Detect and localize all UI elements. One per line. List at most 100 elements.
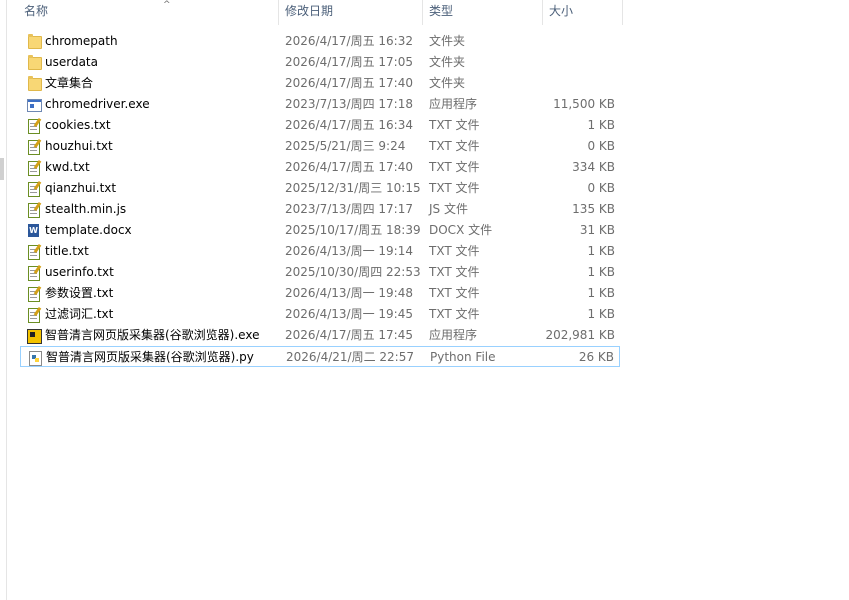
file-name: userinfo.txt (45, 265, 114, 279)
file-type: TXT 文件 (429, 160, 480, 174)
file-size: 1 KB (587, 118, 615, 132)
file-type: TXT 文件 (429, 244, 480, 258)
file-name: title.txt (45, 244, 89, 258)
file-name: cookies.txt (45, 118, 111, 132)
file-modified-date: 2026/4/13/周一 19:48 (285, 286, 413, 300)
column-header-name[interactable]: 名称 ^ (18, 0, 279, 25)
file-type: 文件夹 (429, 55, 466, 69)
file-modified-date: 2025/10/17/周五 18:39 (285, 223, 421, 237)
text-file-icon (26, 265, 42, 281)
file-type: TXT 文件 (429, 181, 480, 195)
file-row[interactable]: title.txt 2026/4/13/周一 19:14 TXT 文件 1 KB (20, 241, 620, 262)
file-modified-date: 2026/4/17/周五 17:45 (285, 328, 413, 342)
file-row[interactable]: kwd.txt 2026/4/17/周五 17:40 TXT 文件 334 KB (20, 157, 620, 178)
file-size: 0 KB (587, 139, 615, 153)
file-list: chromepath 2026/4/17/周五 16:32 文件夹 userdata 2… (20, 31, 620, 367)
file-modified-date: 2026/4/21/周二 22:57 (286, 350, 414, 364)
sort-ascending-icon: ^ (163, 0, 171, 10)
file-modified-date: 2023/7/13/周四 17:18 (285, 97, 413, 111)
column-header-size-label: 大小 (549, 4, 574, 18)
column-header-date-label: 修改日期 (285, 4, 334, 18)
file-row[interactable]: Wtemplate.docx 2025/10/17/周五 18:39 DOCX 文件… (20, 220, 620, 241)
column-header-type-label: 类型 (429, 4, 454, 18)
navigation-pane-edge[interactable] (0, 0, 7, 600)
file-row[interactable]: chromedriver.exe 2023/7/13/周四 17:18 应用程序 11… (20, 94, 620, 115)
file-row[interactable]: chromepath 2026/4/17/周五 16:32 文件夹 (20, 31, 620, 52)
text-file-icon (26, 286, 42, 302)
file-name: kwd.txt (45, 160, 90, 174)
file-modified-date: 2026/4/17/周五 16:32 (285, 34, 413, 48)
text-file-icon (26, 307, 42, 323)
file-row[interactable]: cookies.txt 2026/4/17/周五 16:34 TXT 文件 1 KB (20, 115, 620, 136)
file-row[interactable]: 过滤词汇.txt 2026/4/13/周一 19:45 TXT 文件 1 KB (20, 304, 620, 325)
file-modified-date: 2026/4/17/周五 17:40 (285, 76, 413, 90)
text-file-icon (26, 244, 42, 260)
file-name: 智普清言网页版采集器(谷歌浏览器).py (46, 350, 254, 364)
file-modified-date: 2026/4/17/周五 16:34 (285, 118, 413, 132)
file-modified-date: 2026/4/13/周一 19:14 (285, 244, 413, 258)
column-header-type[interactable]: 类型 (423, 0, 543, 25)
file-modified-date: 2026/4/13/周一 19:45 (285, 307, 413, 321)
file-type: DOCX 文件 (429, 223, 493, 237)
file-type: 应用程序 (429, 97, 478, 111)
file-row[interactable]: 智普清言网页版采集器(谷歌浏览器).py 2026/4/21/周二 22:57 Py… (20, 346, 620, 367)
file-name: userdata (45, 55, 98, 69)
column-header-date[interactable]: 修改日期 (279, 0, 423, 25)
file-type: Python File (430, 350, 496, 364)
file-row[interactable]: userdata 2026/4/17/周五 17:05 文件夹 (20, 52, 620, 73)
file-size: 202,981 KB (545, 328, 615, 342)
file-modified-date: 2025/5/21/周三 9:24 (285, 139, 406, 153)
file-row[interactable]: qianzhui.txt 2025/12/31/周三 10:15 TXT 文件 0 K… (20, 178, 620, 199)
file-size: 31 KB (579, 223, 615, 237)
file-type: TXT 文件 (429, 265, 480, 279)
file-modified-date: 2025/12/31/周三 10:15 (285, 181, 421, 195)
file-row[interactable]: 智普清言网页版采集器(谷歌浏览器).exe 2026/4/17/周五 17:45 应… (20, 325, 620, 346)
file-type: TXT 文件 (429, 118, 480, 132)
script-file-icon (26, 202, 42, 218)
file-row[interactable]: userinfo.txt 2025/10/30/周四 22:53 TXT 文件 1 K… (20, 262, 620, 283)
file-size: 11,500 KB (553, 97, 615, 111)
file-name: 过滤词汇.txt (45, 307, 114, 321)
file-type: JS 文件 (429, 202, 468, 216)
file-name: template.docx (45, 223, 132, 237)
file-name: 文章集合 (45, 76, 94, 90)
file-size: 0 KB (587, 181, 615, 195)
file-size: 1 KB (587, 265, 615, 279)
text-file-icon (26, 118, 42, 134)
file-name: stealth.min.js (45, 202, 127, 216)
file-name: chromedriver.exe (45, 97, 150, 111)
file-name: chromepath (45, 34, 118, 48)
file-type: 文件夹 (429, 34, 466, 48)
file-type: 应用程序 (429, 328, 478, 342)
column-header-bar: 名称 ^ 修改日期 类型 大小 (0, 0, 624, 25)
file-type: 文件夹 (429, 76, 466, 90)
scroll-thumb[interactable] (0, 158, 4, 180)
file-modified-date: 2025/10/30/周四 22:53 (285, 265, 421, 279)
folder-icon (26, 76, 42, 91)
file-name: qianzhui.txt (45, 181, 117, 195)
exe-icon (26, 97, 42, 112)
file-row[interactable]: 参数设置.txt 2026/4/13/周一 19:48 TXT 文件 1 KB (20, 283, 620, 304)
file-size: 1 KB (587, 307, 615, 321)
file-size: 26 KB (578, 350, 614, 364)
file-row[interactable]: stealth.min.js 2023/7/13/周四 17:17 JS 文件 135… (20, 199, 620, 220)
file-explorer: 名称 ^ 修改日期 类型 大小 chromepath 2026/4/17/周五 1… (0, 0, 849, 600)
file-size: 135 KB (572, 202, 615, 216)
file-type: TXT 文件 (429, 307, 480, 321)
app-icon (26, 328, 42, 344)
file-size: 1 KB (587, 286, 615, 300)
file-type: TXT 文件 (429, 286, 480, 300)
file-modified-date: 2023/7/13/周四 17:17 (285, 202, 413, 216)
file-name: 智普清言网页版采集器(谷歌浏览器).exe (45, 328, 260, 342)
column-header-size[interactable]: 大小 (543, 0, 623, 25)
file-row[interactable]: 文章集合 2026/4/17/周五 17:40 文件夹 (20, 73, 620, 94)
file-size: 334 KB (572, 160, 615, 174)
folder-icon (26, 34, 42, 49)
file-modified-date: 2026/4/17/周五 17:05 (285, 55, 413, 69)
file-modified-date: 2026/4/17/周五 17:40 (285, 160, 413, 174)
folder-icon (26, 55, 42, 70)
text-file-icon (26, 160, 42, 176)
text-file-icon (26, 181, 42, 197)
file-size: 1 KB (587, 244, 615, 258)
file-row[interactable]: houzhui.txt 2025/5/21/周三 9:24 TXT 文件 0 KB (20, 136, 620, 157)
